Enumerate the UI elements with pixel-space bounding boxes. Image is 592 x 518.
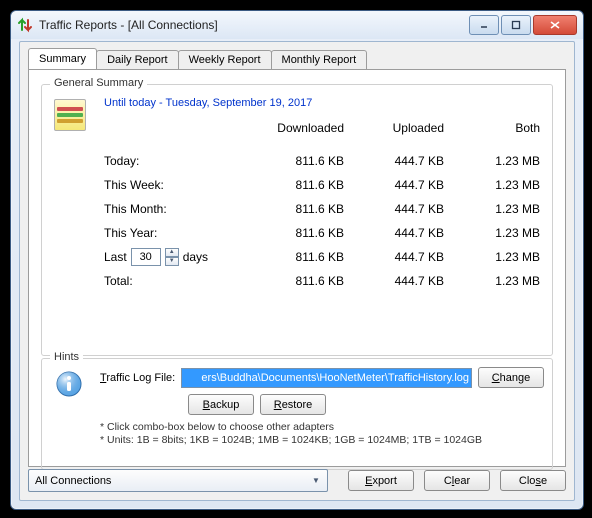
hint-units: * Units: 1B = 8bits; 1KB = 1024B; 1MB = … [100,434,544,447]
group-hints: Hints Traffic Log File: ers\Buddha\Docum… [41,358,553,470]
tab-monthly[interactable]: Monthly Report [271,50,368,71]
backup-button[interactable]: Backup [188,394,254,415]
spin-down-icon[interactable]: ▼ [165,257,179,266]
tabstrip: Summary Daily Report Weekly Report Month… [20,42,574,69]
client-area: Summary Daily Report Weekly Report Month… [19,41,575,501]
row-total: Total: 811.6 KB 444.7 KB 1.23 MB [104,269,540,293]
date-range-text: Until today - Tuesday, September 19, 201… [104,97,312,109]
group-general-summary: General Summary Until today - Tuesday, S… [41,84,553,356]
maximize-button[interactable] [501,15,531,35]
hint-adapters: * Click combo-box below to choose other … [100,421,544,434]
clear-button[interactable]: Clear [424,470,490,491]
combo-value: All Connections [35,475,111,487]
tab-weekly[interactable]: Weekly Report [178,50,272,71]
last-prefix: Last [104,250,127,264]
minimize-button[interactable] [469,15,499,35]
tab-label: Daily Report [107,54,168,66]
tab-label: Monthly Report [282,54,357,66]
row-last-n-days: Last ▲ ▼ days 811.6 KB 444.7 KB 1.23 MB [104,245,540,269]
days-input[interactable] [131,248,161,266]
change-button[interactable]: Change [478,367,544,388]
report-icon [54,99,86,131]
row-today: Today: 811.6 KB 444.7 KB 1.23 MB [104,149,540,173]
tab-label: Weekly Report [189,54,261,66]
row-year: This Year: 811.6 KB 444.7 KB 1.23 MB [104,221,540,245]
row-week: This Week: 811.6 KB 444.7 KB 1.23 MB [104,173,540,197]
log-file-label: Traffic Log File: [100,372,175,384]
spin-up-icon[interactable]: ▲ [165,248,179,257]
row-month: This Month: 811.6 KB 444.7 KB 1.23 MB [104,197,540,221]
col-both: Both [444,121,540,135]
export-button[interactable]: Export [348,470,414,491]
chevron-down-icon: ▼ [309,476,323,485]
app-icon [17,17,33,33]
window-frame: Traffic Reports - [All Connections] Summ… [10,10,584,510]
last-suffix: days [183,250,208,264]
col-uploaded: Uploaded [344,121,444,135]
stats-table: Downloaded Uploaded Both Today: 811.6 KB… [104,117,540,293]
tabpanel-summary: General Summary Until today - Tuesday, S… [28,69,566,467]
bottom-bar: All Connections ▼ Export Clear Close [28,469,566,492]
tab-daily[interactable]: Daily Report [96,50,179,71]
days-spinner[interactable]: ▲ ▼ [165,248,179,266]
tab-label: Summary [39,53,86,65]
col-downloaded: Downloaded [234,121,344,135]
close-dialog-button[interactable]: Close [500,470,566,491]
tab-summary[interactable]: Summary [28,48,97,69]
info-icon [54,369,84,399]
window-title: Traffic Reports - [All Connections] [39,18,469,32]
titlebar[interactable]: Traffic Reports - [All Connections] [11,11,583,39]
adapter-combo[interactable]: All Connections ▼ [28,469,328,492]
group-legend: Hints [50,351,83,363]
restore-button[interactable]: Restore [260,394,326,415]
group-legend: General Summary [50,77,147,89]
log-file-path[interactable]: ers\Buddha\Documents\HooNetMeter\Traffic… [181,368,472,388]
close-button[interactable] [533,15,577,35]
